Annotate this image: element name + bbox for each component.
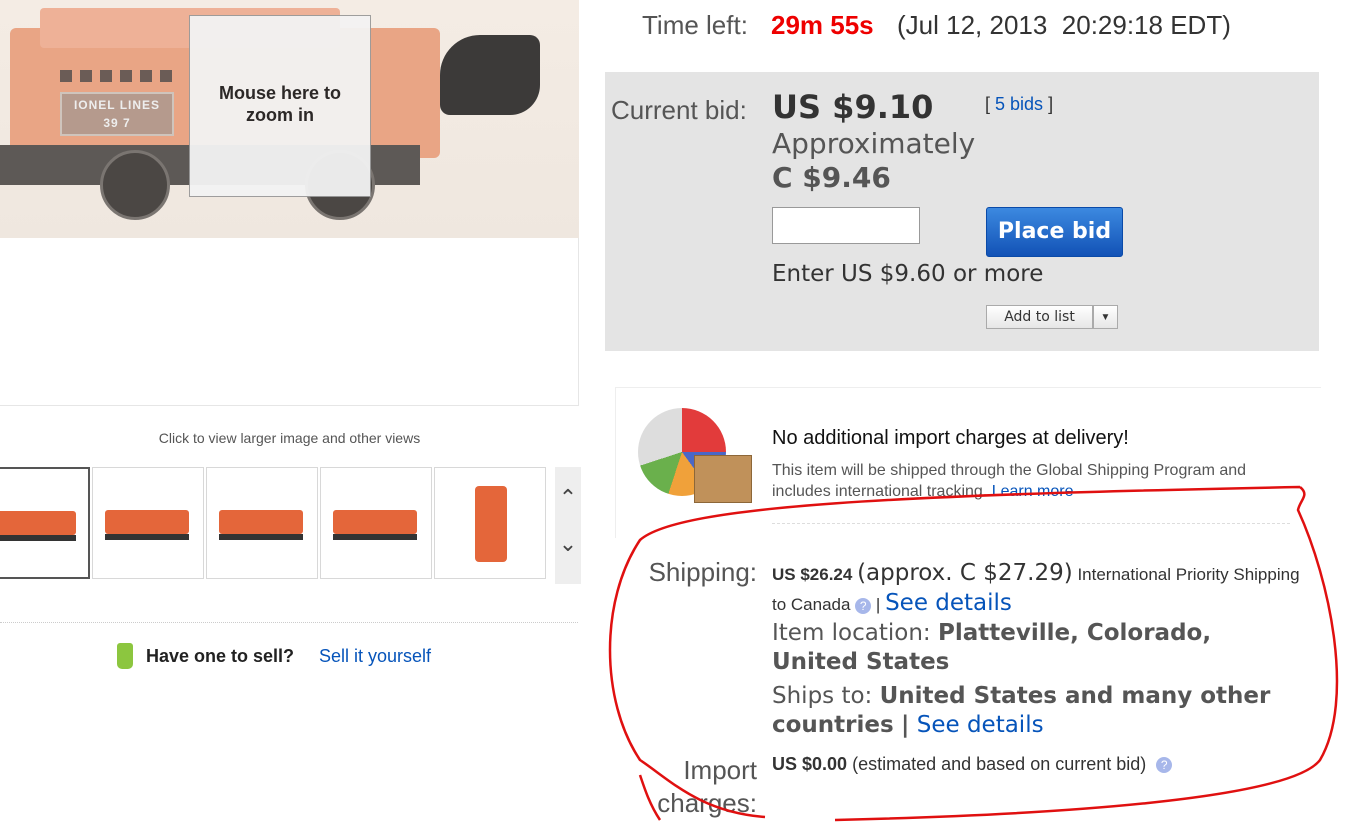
thumbnail-image <box>0 511 76 541</box>
shipping-cost: US $26.24 <box>772 565 853 584</box>
approx-label: Approximately <box>772 127 976 160</box>
learn-more-link[interactable]: Learn more <box>992 483 1074 500</box>
item-location-label: Item location: <box>772 620 931 646</box>
train-wheel <box>100 150 170 220</box>
shipping-details: US $26.24 (approx. C $27.29) Internation… <box>772 560 1300 616</box>
import-charges: US $0.00 (estimated and based on current… <box>772 754 1173 775</box>
divider <box>0 622 578 623</box>
import-charges-amount: US $0.00 <box>772 754 848 774</box>
global-shipping-text: This item will be shipped through the Gl… <box>772 460 1292 502</box>
help-icon[interactable]: ? <box>1156 757 1173 774</box>
train-nameplate: IONEL LINES 39 7 <box>60 92 174 136</box>
thumbnail-scroller: ⌃ ⌄ <box>555 467 581 584</box>
current-bid-label: Current bid: <box>611 95 747 125</box>
bid-hint: Enter US $9.60 or more <box>772 261 1044 287</box>
main-product-image[interactable]: IONEL LINES 39 7 Mouse here to zoom in <box>0 0 579 238</box>
thumbnail-image <box>105 510 189 540</box>
ships-to: Ships to: United States and many other c… <box>772 682 1312 740</box>
sell-it-yourself-link[interactable]: Sell it yourself <box>319 646 431 667</box>
shipping-label: Shipping: <box>648 557 757 587</box>
chevron-down-icon[interactable]: ▼ <box>1093 305 1118 329</box>
price-tag-icon <box>117 643 133 669</box>
place-bid-button[interactable]: Place bid <box>986 207 1123 257</box>
thumbnail-3[interactable] <box>206 467 318 579</box>
bid-amount-input[interactable] <box>772 207 920 244</box>
sell-prompt: Have one to sell? <box>146 646 295 666</box>
bid-count: [ 5 bids ] <box>985 94 1054 114</box>
auction-end-time: (Jul 12, 2013 20:29:18 EDT) <box>897 10 1231 40</box>
import-charges-label: Import charges: <box>657 755 757 818</box>
zoom-hint: Mouse here to zoom in <box>218 83 342 125</box>
zoom-lens[interactable]: Mouse here to zoom in <box>189 15 371 197</box>
add-to-list-button[interactable]: Add to list <box>986 305 1093 329</box>
package-icon <box>694 455 752 503</box>
thumbnail-image <box>475 486 507 562</box>
thumbnail-caption: Click to view larger image and other vie… <box>158 430 421 446</box>
chevron-down-icon[interactable]: ⌄ <box>555 531 581 557</box>
ships-to-see-details-link[interactable]: See details <box>917 712 1044 738</box>
thumbnail-image <box>333 510 417 540</box>
nameplate-number: 39 7 <box>103 116 131 130</box>
item-location: Item location: Platteville, Colorado, Un… <box>772 619 1292 677</box>
import-charges-note: (estimated and based on current bid) <box>852 754 1147 774</box>
time-left-value: 29m 55s <box>771 10 874 40</box>
shipping-see-details-link[interactable]: See details <box>885 590 1012 616</box>
divider <box>772 523 1290 524</box>
chevron-up-icon[interactable]: ⌃ <box>555 485 581 511</box>
shipping-approx: (approx. C $27.29) <box>857 560 1073 586</box>
current-bid-amount: US $9.10 <box>772 88 934 126</box>
thumbnail-1[interactable] <box>0 467 90 579</box>
time-left-label: Time left: <box>642 10 748 40</box>
thumbnail-image <box>219 510 303 540</box>
train-windows <box>60 70 180 82</box>
thumbnail-4[interactable] <box>320 467 432 579</box>
help-icon[interactable]: ? <box>855 597 872 614</box>
ships-to-label: Ships to: <box>772 683 873 709</box>
approx-amount: C $9.46 <box>772 161 891 194</box>
bid-count-link[interactable]: 5 bids <box>995 94 1043 114</box>
ships-to-separator: | <box>901 712 910 738</box>
thumbnail-5[interactable] <box>434 467 546 579</box>
train-crane <box>440 35 540 115</box>
global-shipping-title: No additional import charges at delivery… <box>772 427 1129 449</box>
nameplate-text: IONEL LINES <box>73 98 161 112</box>
thumbnail-2[interactable] <box>92 467 204 579</box>
